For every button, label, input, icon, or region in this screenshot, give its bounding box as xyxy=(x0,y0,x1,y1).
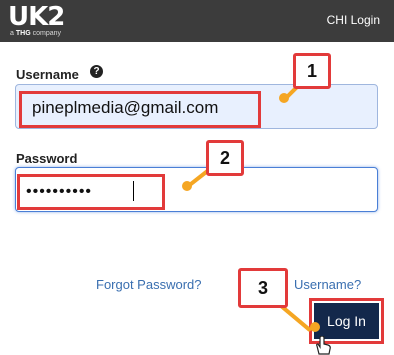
pointer-dot-2 xyxy=(182,181,192,191)
username-label: Username xyxy=(16,67,79,82)
chi-login-link[interactable]: CHI Login xyxy=(327,12,380,28)
highlight-password xyxy=(17,174,165,210)
password-label: Password xyxy=(16,151,78,166)
top-header-bar: UK2 a THG company CHI Login xyxy=(0,0,394,42)
uk2-logo: UK2 xyxy=(8,2,65,32)
help-icon[interactable]: ? xyxy=(90,65,103,78)
logo-tagline: a THG company xyxy=(10,30,61,37)
step-badge-2: 2 xyxy=(206,140,244,176)
highlight-username xyxy=(19,91,261,128)
step-badge-1: 1 xyxy=(293,53,331,89)
pointer-dot-3 xyxy=(310,322,320,332)
forgot-password-link[interactable]: Forgot Password? xyxy=(96,277,202,293)
pointer-dot-1 xyxy=(279,93,289,103)
forgot-username-link[interactable]: Username? xyxy=(294,277,361,293)
step-badge-3: 3 xyxy=(238,268,288,308)
hand-cursor-icon xyxy=(316,336,331,355)
